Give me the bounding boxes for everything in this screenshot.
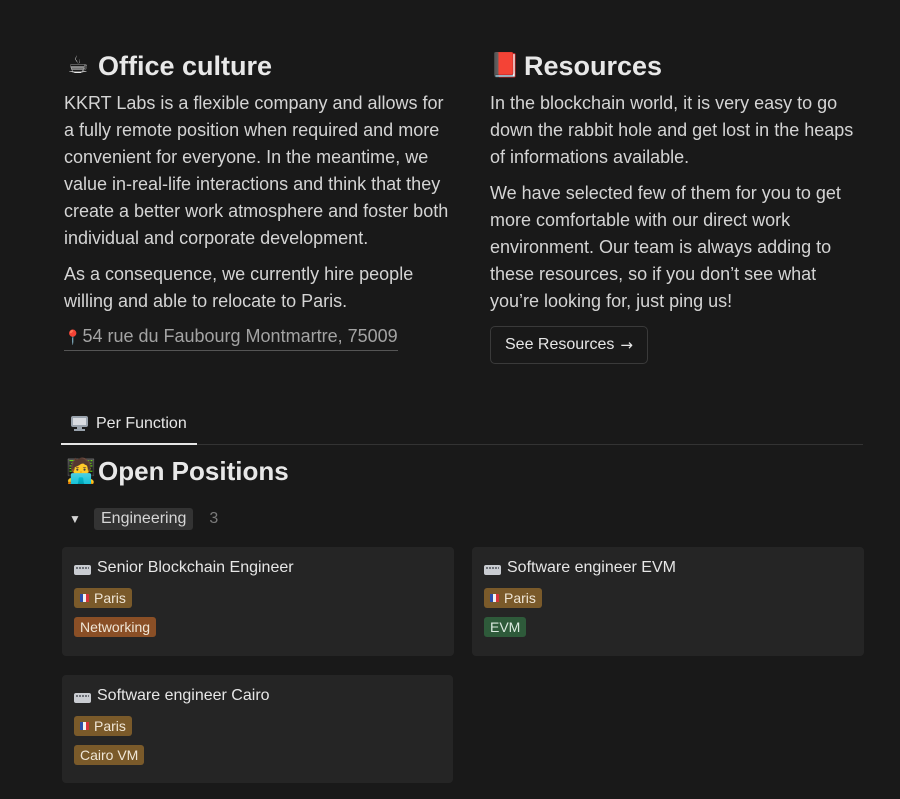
collapse-toggle-icon[interactable]: ▼ (66, 512, 84, 526)
resources-paragraph-1: In the blockchain world, it is very easy… (490, 93, 854, 167)
card-title-text: Software engineer EVM (507, 559, 676, 576)
card-tags: Paris Cairo VM (74, 716, 441, 765)
france-flag-icon (80, 594, 89, 602)
location-tag: Paris (74, 588, 132, 608)
card-tags: Paris Networking (74, 588, 442, 637)
category-tag: Cairo VM (74, 745, 145, 765)
tab-per-function-label: Per Function (96, 414, 187, 432)
coffee-icon: ☕ (67, 52, 89, 79)
location-tag-text: Paris (504, 590, 536, 606)
resources-heading: 📕 Resources (490, 48, 870, 84)
location-tag: Paris (74, 716, 132, 736)
france-flag-icon (490, 594, 499, 602)
position-card[interactable]: Senior Blockchain Engineer Paris Network… (62, 547, 454, 656)
view-tabs: Per Function (61, 404, 863, 445)
resources-section: 📕 Resources In the blockchain world, it … (490, 48, 870, 364)
france-flag-icon (80, 722, 89, 730)
arrow-right-icon: → (620, 336, 633, 354)
category-tag: EVM (484, 617, 527, 637)
card-title: Software engineer EVM (484, 557, 852, 579)
engineering-group-header: ▼ Engineering 3 (66, 506, 218, 532)
location-tag-text: Paris (94, 718, 126, 734)
card-title: Senior Blockchain Engineer (74, 557, 442, 579)
office-address-link[interactable]: 📍54 rue du Faubourg Montmartre, 75009 (64, 324, 398, 351)
office-culture-heading: ☕ Office culture (64, 48, 449, 84)
location-tag-text: Paris (94, 590, 126, 606)
technologist-icon: 🧑‍💻 (66, 457, 96, 485)
office-culture-section: ☕ Office culture KKRT Labs is a flexible… (64, 48, 449, 351)
open-positions-heading: 🧑‍💻 Open Positions (66, 456, 289, 487)
resources-title: Resources (524, 50, 663, 81)
monitor-icon (71, 416, 88, 431)
see-resources-button[interactable]: See Resources → (490, 326, 648, 364)
keyboard-icon (74, 692, 91, 703)
pin-icon: 📍 (64, 329, 82, 345)
position-card[interactable]: Software engineer EVM Paris EVM (472, 547, 864, 656)
group-count: 3 (209, 510, 219, 527)
category-tag: Networking (74, 617, 157, 637)
group-label: Engineering (94, 508, 194, 530)
card-tags: Paris EVM (484, 588, 852, 637)
office-address-text: 54 rue du Faubourg Montmartre, 75009 (82, 326, 398, 346)
book-icon: 📕 (490, 52, 520, 79)
keyboard-icon (484, 564, 501, 575)
office-paragraph-1: KKRT Labs is a flexible company and allo… (64, 93, 449, 248)
card-title: Software engineer Cairo (74, 685, 441, 707)
card-title-text: Software engineer Cairo (97, 687, 270, 704)
resources-paragraph-2: We have selected few of them for you to … (490, 183, 841, 311)
open-positions-title: Open Positions (98, 456, 289, 486)
location-tag: Paris (484, 588, 542, 608)
position-card[interactable]: Software engineer Cairo Paris Cairo VM (62, 675, 453, 783)
page: ☕ Office culture KKRT Labs is a flexible… (0, 0, 900, 799)
keyboard-icon (74, 564, 91, 575)
tab-per-function[interactable]: Per Function (61, 404, 197, 445)
office-culture-title: Office culture (98, 50, 273, 81)
card-title-text: Senior Blockchain Engineer (97, 559, 294, 576)
see-resources-label: See Resources (505, 336, 615, 353)
office-paragraph-2: As a consequence, we currently hire peop… (64, 264, 414, 311)
